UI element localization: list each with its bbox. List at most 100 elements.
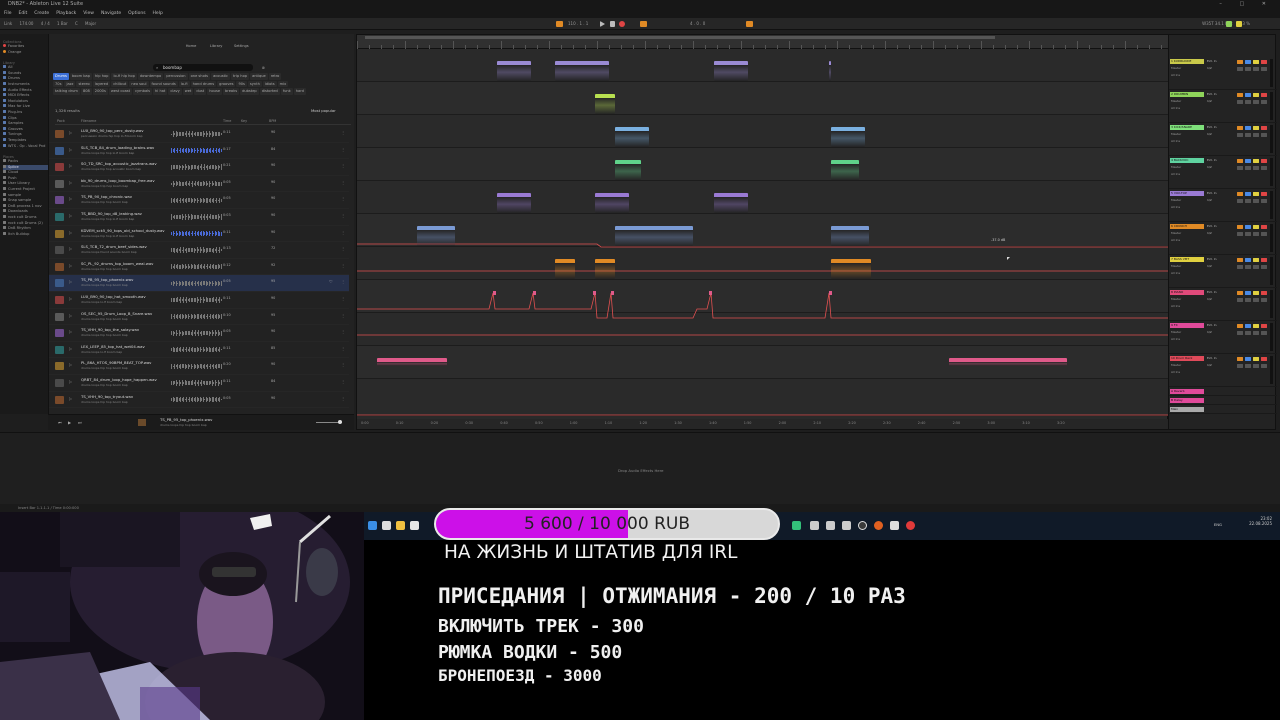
solo-button[interactable] [1245,60,1251,64]
loop-length-field[interactable]: 4 . 0 . 0 [690,18,705,30]
tag-chip[interactable]: west coast [108,88,133,95]
col-time[interactable]: Time [223,119,231,123]
track-input[interactable]: Ext. In [1207,356,1217,360]
activator-button[interactable] [1237,159,1243,163]
volume-field[interactable] [1261,232,1267,236]
more-options-icon[interactable]: ⋮ [341,346,345,351]
return-track[interactable]: Main [1169,405,1277,414]
arm-button[interactable] [1253,324,1259,328]
track-lane[interactable] [357,148,1169,181]
firefox-icon[interactable] [874,521,883,530]
clock-date[interactable]: 22.08.2025 [1249,521,1272,526]
track-input[interactable]: Ext. In [1207,191,1217,195]
more-options-icon[interactable]: ⋮ [341,313,345,318]
tag-chip[interactable]: hi hat [153,88,168,95]
record-arm-button[interactable] [1261,60,1267,64]
audio-clip[interactable] [829,61,831,81]
solo-button[interactable] [1245,192,1251,196]
file-row[interactable]: ▷ OS_SEC_95_Drum_Loop_B_Snare.wav drums lo… [49,309,349,326]
audio-clip[interactable] [595,193,629,213]
tag-chip[interactable]: neo soul [129,80,149,87]
volume-field[interactable] [1245,232,1251,236]
volume-field[interactable] [1253,265,1259,269]
track-name[interactable]: 7 BASS VMT [1170,257,1204,262]
audio-clip[interactable] [497,61,531,81]
row-play-icon[interactable]: ▷ [69,130,72,135]
track-lane[interactable] [357,82,1169,115]
solo-button[interactable] [1245,258,1251,262]
more-options-icon[interactable]: ⋮ [341,246,345,251]
row-play-icon[interactable]: ▷ [69,362,72,367]
arrangement-view[interactable]: -37.0 dB 0:00 0:10 0:20 0:30 0:40 0:50 1:00 1:1… [356,34,1169,430]
track-input[interactable]: Ext. In [1207,158,1217,162]
track-input[interactable]: Ext. In [1207,323,1217,327]
audio-clip[interactable] [555,61,609,81]
menu-item-create[interactable]: Create [34,11,49,16]
loop-icon[interactable] [640,21,647,27]
activator-button[interactable] [1237,324,1243,328]
obs-icon[interactable] [858,521,867,530]
track-name[interactable]: 5 VOX-TOP [1170,191,1204,196]
track-name[interactable]: 3 KICK/SNARE [1170,125,1204,130]
tag-chip[interactable]: stereo [76,80,92,87]
more-options-icon[interactable]: ⋮ [341,263,345,268]
preview-volume-knob[interactable] [338,420,342,424]
row-play-icon[interactable]: ▷ [69,263,72,268]
arm-button[interactable] [1253,291,1259,295]
tag-chip[interactable]: dubstep [240,88,259,95]
sort-dropdown[interactable]: Most popular [311,108,336,113]
menu-item-playback[interactable]: Playback [56,11,76,16]
audio-clip[interactable] [949,358,1067,366]
file-row[interactable]: ▷ TS_VHH_90_top_the_salay.wav drums loops … [49,325,349,342]
tag-chip[interactable]: 90s [236,80,247,87]
return-name[interactable]: A Reverb [1170,389,1204,394]
more-options-icon[interactable]: ⋮ [341,230,345,235]
next-icon[interactable]: ⏭ [78,420,82,425]
tag-chip[interactable]: grooves [217,80,236,87]
volume-field[interactable] [1245,199,1251,203]
audio-clip[interactable] [555,259,575,279]
volume-field[interactable] [1237,298,1243,302]
volume-field[interactable] [1261,67,1267,71]
settings-icon[interactable]: Settings [229,44,253,48]
mixer-track[interactable]: 7 BASS VMT Master All Ins Ext. In 1/2 [1169,255,1277,288]
menu-item-file[interactable]: File [4,11,12,16]
file-row[interactable]: ▷ LUX_B90_90_top_hat_smooth.wav drums loop… [49,292,349,309]
audio-clip[interactable] [714,61,748,81]
volume-field[interactable] [1253,166,1259,170]
solo-button[interactable] [1245,357,1251,361]
tag-chip[interactable]: cymbals [133,88,153,95]
start-icon[interactable] [368,521,377,530]
audio-clip[interactable] [595,94,615,114]
audio-clip[interactable] [831,127,865,147]
record-arm-button[interactable] [1261,291,1267,295]
audio-clip[interactable] [377,358,447,366]
arm-button[interactable] [1253,192,1259,196]
tag-chip[interactable]: wet [182,88,194,95]
track-name[interactable]: 8 PIANO [1170,290,1204,295]
return-name[interactable]: B Delay [1170,398,1204,403]
volume-field[interactable] [1253,100,1259,104]
chrome-icon[interactable] [906,521,915,530]
row-play-icon[interactable]: ▷ [69,246,72,251]
volume-field[interactable] [1261,199,1267,203]
track-input[interactable]: Ext. In [1207,92,1217,96]
volume-field[interactable] [1253,199,1259,203]
track-send[interactable]: 1/2 [1207,330,1212,334]
tag-chip[interactable]: chillout [111,80,129,87]
volume-field[interactable] [1245,133,1251,137]
audio-clip[interactable] [831,160,859,180]
volume-field[interactable] [1245,100,1251,104]
beat-ruler[interactable] [357,35,1169,49]
track-name[interactable]: 4 BACKVOC [1170,158,1204,163]
app2-icon[interactable] [890,521,899,530]
tag-chip[interactable]: hand drums [190,80,217,87]
volume-field[interactable] [1237,331,1243,335]
activator-button[interactable] [1237,357,1243,361]
more-options-icon[interactable]: ⋮ [341,362,345,367]
volume-field[interactable] [1237,100,1243,104]
audio-clip[interactable] [417,226,455,246]
link-button[interactable]: Link [4,21,12,26]
return-track[interactable]: A Reverb [1169,387,1277,396]
volume-field[interactable] [1245,166,1251,170]
